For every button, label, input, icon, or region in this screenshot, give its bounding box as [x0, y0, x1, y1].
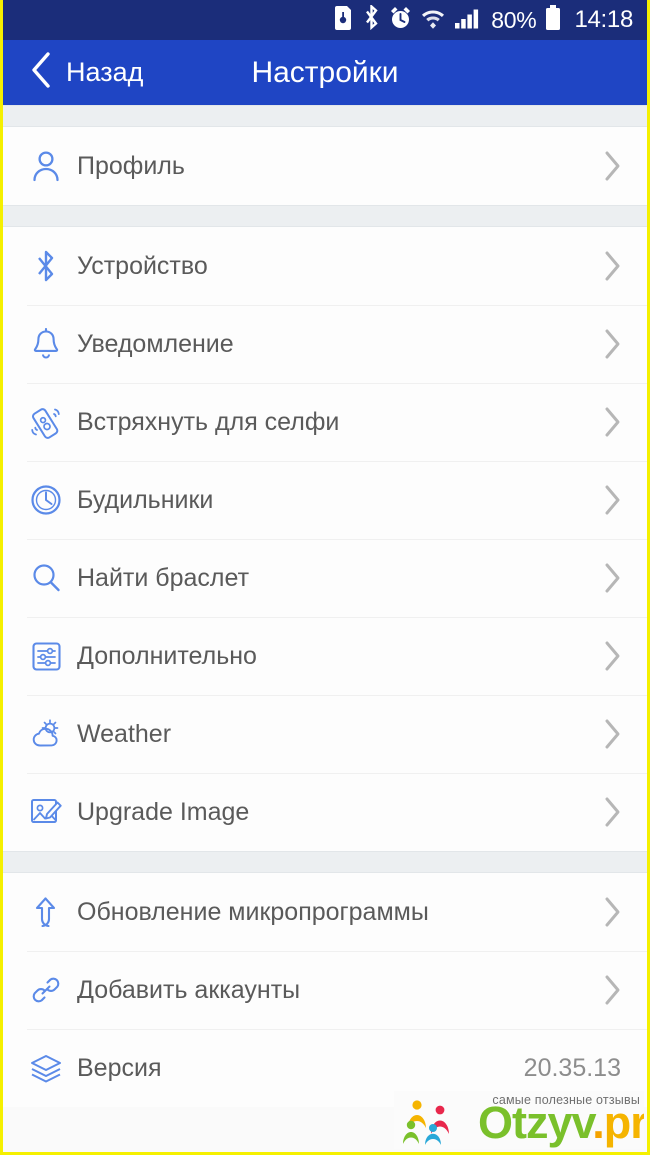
- bluetooth-icon: [363, 3, 380, 35]
- list-item-label: Weather: [77, 719, 172, 748]
- list-item-label: Добавить аккаунты: [77, 975, 301, 1004]
- signal-icon: [454, 6, 480, 35]
- section-divider: [3, 105, 647, 127]
- list-item-label: Уведомление: [77, 329, 234, 358]
- list-item-label: Будильники: [77, 485, 214, 514]
- firmware-upload-icon: [27, 893, 65, 931]
- settings-group-profile: Профиль: [3, 127, 647, 205]
- sd-card-icon: [334, 5, 354, 35]
- chevron-right-icon: [603, 328, 621, 360]
- list-item-device[interactable]: Устройство: [3, 227, 647, 305]
- list-item-label: Дополнительно: [77, 641, 257, 670]
- weather-icon: [27, 715, 65, 753]
- clock-icon: [27, 481, 65, 519]
- settings-group-system: Обновление микропрограммы Добавить аккау…: [3, 873, 647, 1107]
- chevron-right-icon: [603, 250, 621, 282]
- chevron-right-icon: [603, 896, 621, 928]
- battery-icon: [545, 4, 561, 36]
- list-item-label: Обновление микропрограммы: [77, 897, 429, 926]
- list-item-add-accounts[interactable]: Добавить аккаунты: [3, 951, 647, 1029]
- status-bar-icons: 80% 14:18: [334, 3, 633, 36]
- bell-icon: [27, 325, 65, 363]
- app-bar: Назад Настройки: [3, 40, 647, 105]
- chevron-right-icon: [603, 640, 621, 672]
- version-value: 20.35.13: [523, 1053, 621, 1082]
- list-item-additional[interactable]: Дополнительно: [3, 617, 647, 695]
- list-item-label: Встряхнуть для селфи: [77, 407, 340, 436]
- battery-percent-label: 80%: [491, 6, 537, 33]
- bluetooth-icon: [27, 247, 65, 285]
- list-item-upgrade-image[interactable]: Upgrade Image: [3, 773, 647, 851]
- watermark-brand-main: Otzyv: [478, 1097, 593, 1148]
- alarm-icon: [389, 6, 412, 35]
- back-button-label: Назад: [66, 57, 144, 87]
- settings-group-device: Устройство Уведомление Встряхнуть для се…: [3, 227, 647, 851]
- list-item-label: Устройство: [77, 251, 208, 280]
- list-item-label: Профиль: [77, 151, 185, 180]
- list-item-find-band[interactable]: Найти браслет: [3, 539, 647, 617]
- chevron-right-icon: [603, 150, 621, 182]
- layers-icon: [27, 1049, 65, 1087]
- chevron-right-icon: [603, 718, 621, 750]
- list-item-shake-for-selfie[interactable]: Встряхнуть для селфи: [3, 383, 647, 461]
- list-item-label: Upgrade Image: [77, 797, 250, 826]
- settings-list: Профиль Устройство Уведомление Встряхнут…: [3, 105, 647, 1107]
- shake-device-icon: [27, 403, 65, 441]
- clock-time-label: 14:18: [574, 6, 633, 33]
- chevron-right-icon: [603, 406, 621, 438]
- chevron-right-icon: [603, 562, 621, 594]
- wifi-icon: [421, 6, 445, 35]
- chevron-right-icon: [603, 484, 621, 516]
- link-icon: [27, 971, 65, 1009]
- section-divider: [3, 205, 647, 227]
- list-item-label: Версия: [77, 1053, 162, 1082]
- watermark-brand-dot: .: [592, 1097, 604, 1148]
- image-edit-icon: [27, 793, 65, 831]
- people-logo-icon: [400, 1098, 470, 1149]
- status-bar: 80% 14:18: [3, 0, 647, 40]
- list-item-label: Найти браслет: [77, 563, 250, 592]
- list-item-alarms[interactable]: Будильники: [3, 461, 647, 539]
- chevron-right-icon: [603, 974, 621, 1006]
- list-item-profile[interactable]: Профиль: [3, 127, 647, 205]
- person-icon: [27, 147, 65, 185]
- chevron-right-icon: [603, 796, 621, 828]
- phone-screen: 80% 14:18 Назад Настройки Профиль Устрой…: [0, 0, 650, 1155]
- watermark-brand: Otzyv.pro: [478, 1099, 644, 1147]
- search-icon: [27, 559, 65, 597]
- watermark-brand-suffix: pro: [603, 1097, 644, 1148]
- list-item-weather[interactable]: Weather: [3, 695, 647, 773]
- chevron-left-icon: [29, 51, 52, 94]
- section-divider: [3, 851, 647, 873]
- list-item-firmware-update[interactable]: Обновление микропрограммы: [3, 873, 647, 951]
- back-button[interactable]: Назад: [3, 51, 143, 94]
- list-item-notification[interactable]: Уведомление: [3, 305, 647, 383]
- sliders-icon: [27, 637, 65, 675]
- watermark: самые полезные отзывы Otzyv.pro: [394, 1091, 644, 1149]
